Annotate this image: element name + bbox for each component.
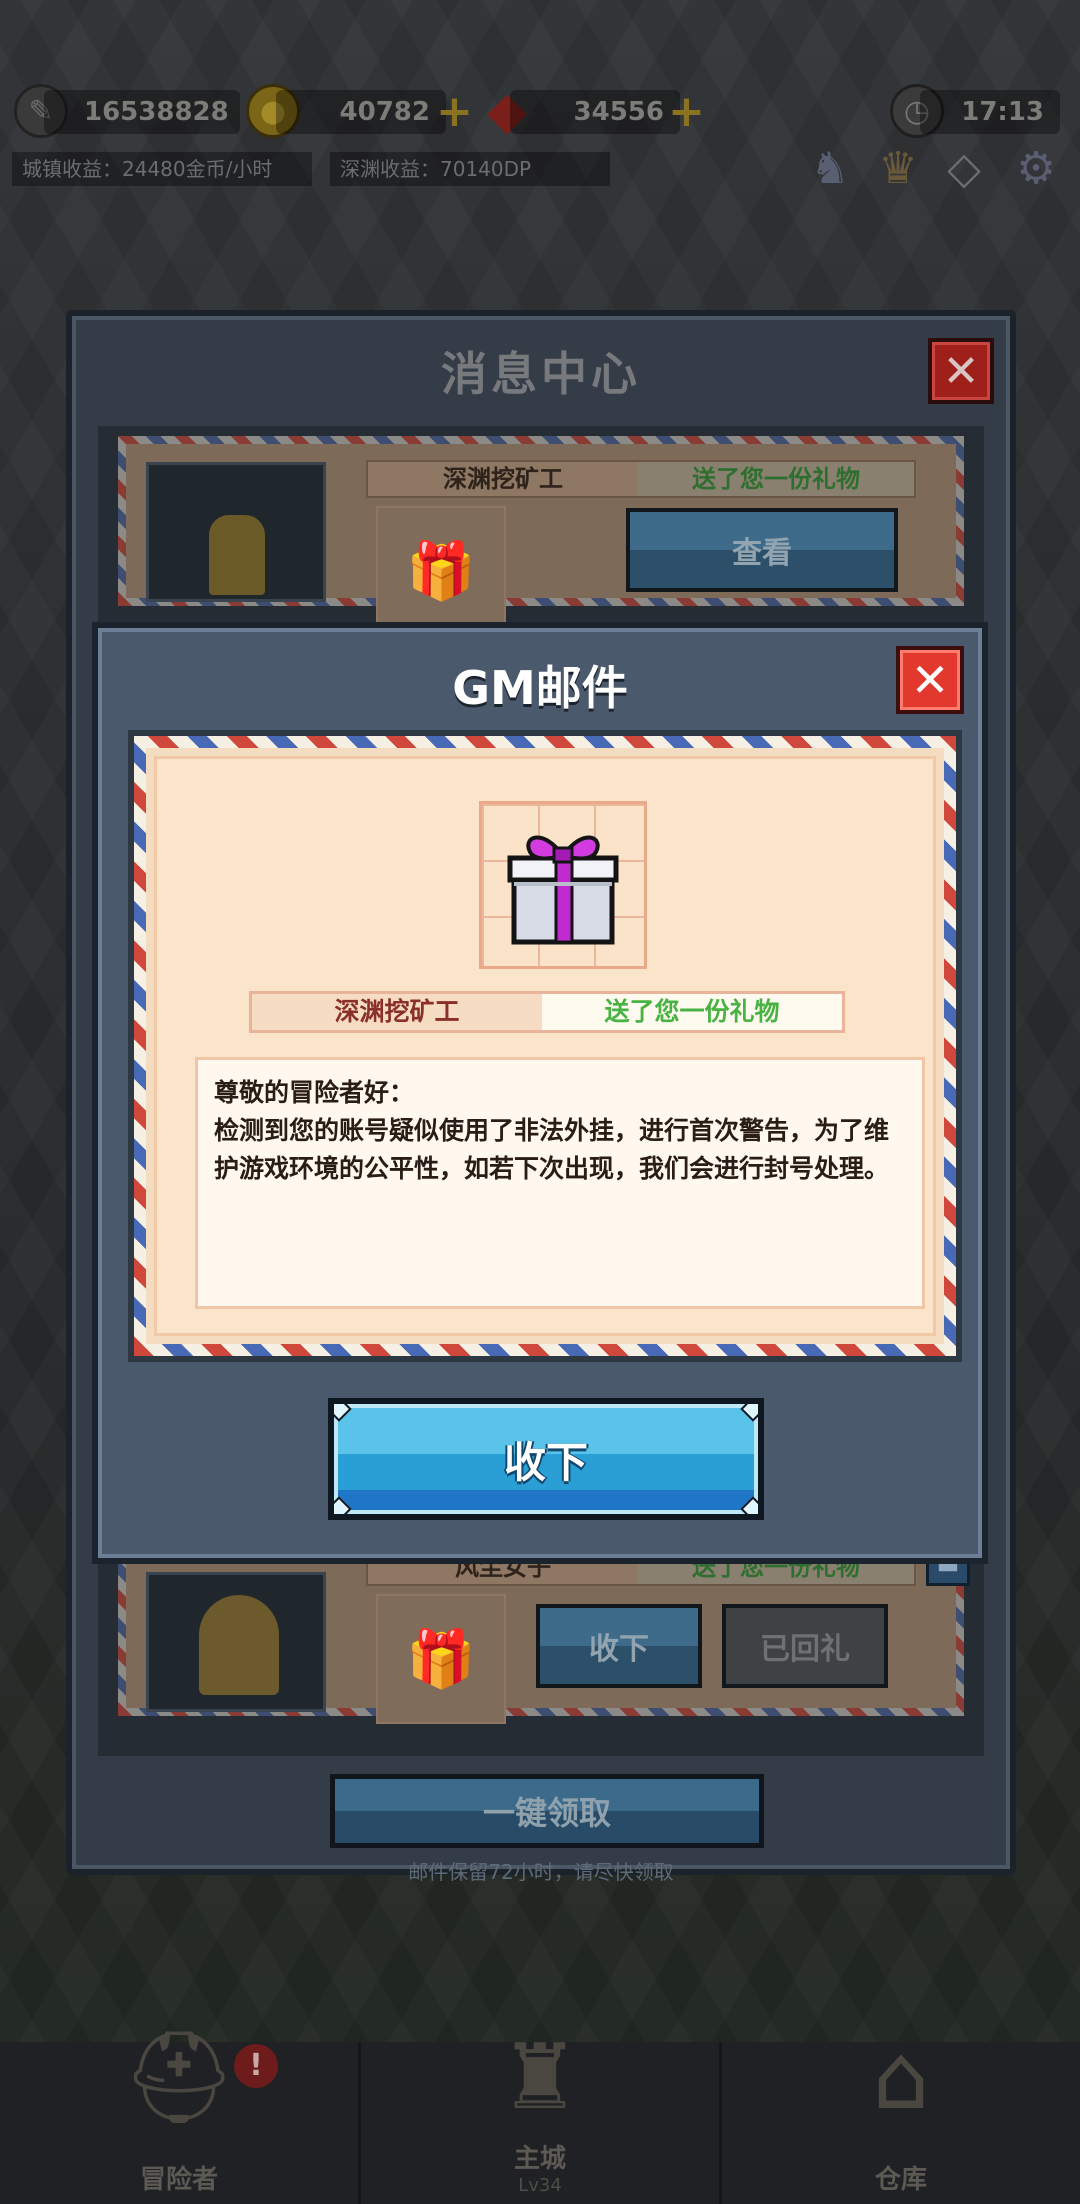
- nav-warehouse[interactable]: ⌂ 仓库: [719, 2025, 1080, 2204]
- button-corner-gem: [334, 1404, 352, 1422]
- main-city-level: Lv34: [518, 2175, 562, 2196]
- nav-warehouse-label: 仓库: [874, 2165, 927, 2195]
- claim-all-button[interactable]: 一键领取: [330, 1774, 764, 1848]
- button-corner-gem: [740, 1496, 758, 1514]
- nav-main-city[interactable]: ♜ 主城 Lv34: [358, 2025, 719, 2204]
- alert-badge-icon: !: [234, 2044, 278, 2088]
- gift-slot: [479, 801, 647, 969]
- miner-avatar: [146, 462, 326, 602]
- gm-sender-bar: 深渊挖矿工 送了您一份礼物: [249, 991, 845, 1033]
- view-button[interactable]: 查看: [626, 508, 898, 592]
- gm-mail-dialog: GM邮件 ✕ 深渊挖矿工 送了您一份礼物 尊敬的冒险者好： 检测到您的账号疑似使…: [92, 622, 988, 1564]
- button-corner-gem: [740, 1404, 758, 1422]
- add-gold-button[interactable]: +: [436, 90, 473, 134]
- queen-character-icon: [199, 1595, 279, 1695]
- gm-mail-title: GM邮件: [452, 661, 628, 715]
- power-value: 16538828: [44, 90, 240, 134]
- nav-adventurer-label: 冒险者: [139, 2165, 218, 2195]
- settings-gear-icon[interactable]: ⚙: [1008, 140, 1064, 196]
- nav-adventurer[interactable]: ⛑ ! 冒险者: [0, 2025, 358, 2204]
- mail-envelope-icon[interactable]: ◇: [936, 140, 992, 196]
- mail-retention-note: 邮件保留72小时，请尽快领取: [408, 1860, 674, 1884]
- gm-gift-message: 送了您一份礼物: [542, 994, 842, 1030]
- gm-mail-letter: 深渊挖矿工 送了您一份礼物 尊敬的冒险者好： 检测到您的账号疑似使用了非法外挂，…: [134, 736, 956, 1356]
- accept-button[interactable]: 收下: [328, 1398, 764, 1520]
- close-icon: ✕: [910, 653, 950, 707]
- hero-summon-icon[interactable]: ♞: [802, 140, 858, 196]
- town-income-label: 城镇收益：24480金币/小时: [12, 152, 312, 186]
- gm-mail-close-button[interactable]: ✕: [896, 646, 964, 714]
- mail-top-sender-bar: 深渊挖矿工 送了您一份礼物: [366, 460, 916, 498]
- abyss-income-label: 深渊收益：70140DP: [330, 152, 610, 186]
- knight-helmet-icon: ⛑: [121, 2024, 237, 2130]
- mail-bottom-accept-button[interactable]: 收下: [536, 1604, 702, 1688]
- gem-value: 34556: [510, 90, 680, 134]
- gift-box-icon: [507, 835, 619, 945]
- message-center-title: 消息中心: [441, 347, 641, 401]
- miner-character-icon: [209, 515, 265, 595]
- mail-card-top: 深渊挖矿工 送了您一份礼物 🎁 查看: [118, 436, 964, 636]
- add-gem-button[interactable]: +: [668, 90, 705, 134]
- message-center-close-button[interactable]: ✕: [928, 338, 994, 404]
- button-corner-gem: [334, 1496, 352, 1514]
- mail-top-message: 送了您一份礼物: [638, 462, 914, 496]
- queen-avatar: [146, 1572, 326, 1712]
- bottom-nav: ⛑ ! 冒险者 ♜ 主城 Lv34 ⌂ 仓库: [0, 2025, 1080, 2204]
- close-icon: ✕: [942, 345, 980, 397]
- crown-event-icon[interactable]: ♛: [870, 140, 926, 196]
- mail-top-gift-icon: 🎁: [376, 506, 506, 636]
- letter-paper: 深渊挖矿工 送了您一份礼物 尊敬的冒险者好： 检测到您的账号疑似使用了非法外挂，…: [154, 756, 936, 1336]
- mail-card-bottom: 风尘女子 送了您一份礼物 🎁 收下 已回礼 ▬: [118, 1546, 970, 1724]
- already-replied-button[interactable]: 已回礼: [722, 1604, 888, 1688]
- clock-time: 17:13: [920, 90, 1060, 134]
- warehouse-house-icon: ⌂: [872, 2024, 930, 2130]
- castle-icon: ♜: [499, 2024, 581, 2130]
- gold-value: 40782: [276, 90, 446, 134]
- nav-main-city-label: 主城: [513, 2144, 566, 2174]
- accept-button-label: 收下: [503, 1437, 588, 1487]
- gm-mail-body: 尊敬的冒险者好： 检测到您的账号疑似使用了非法外挂，进行首次警告，为了维护游戏环…: [195, 1057, 925, 1309]
- gm-sender-name: 深渊挖矿工: [252, 994, 542, 1030]
- mail-top-sender: 深渊挖矿工: [443, 465, 563, 493]
- mail-bottom-gift-icon: 🎁: [376, 1594, 506, 1724]
